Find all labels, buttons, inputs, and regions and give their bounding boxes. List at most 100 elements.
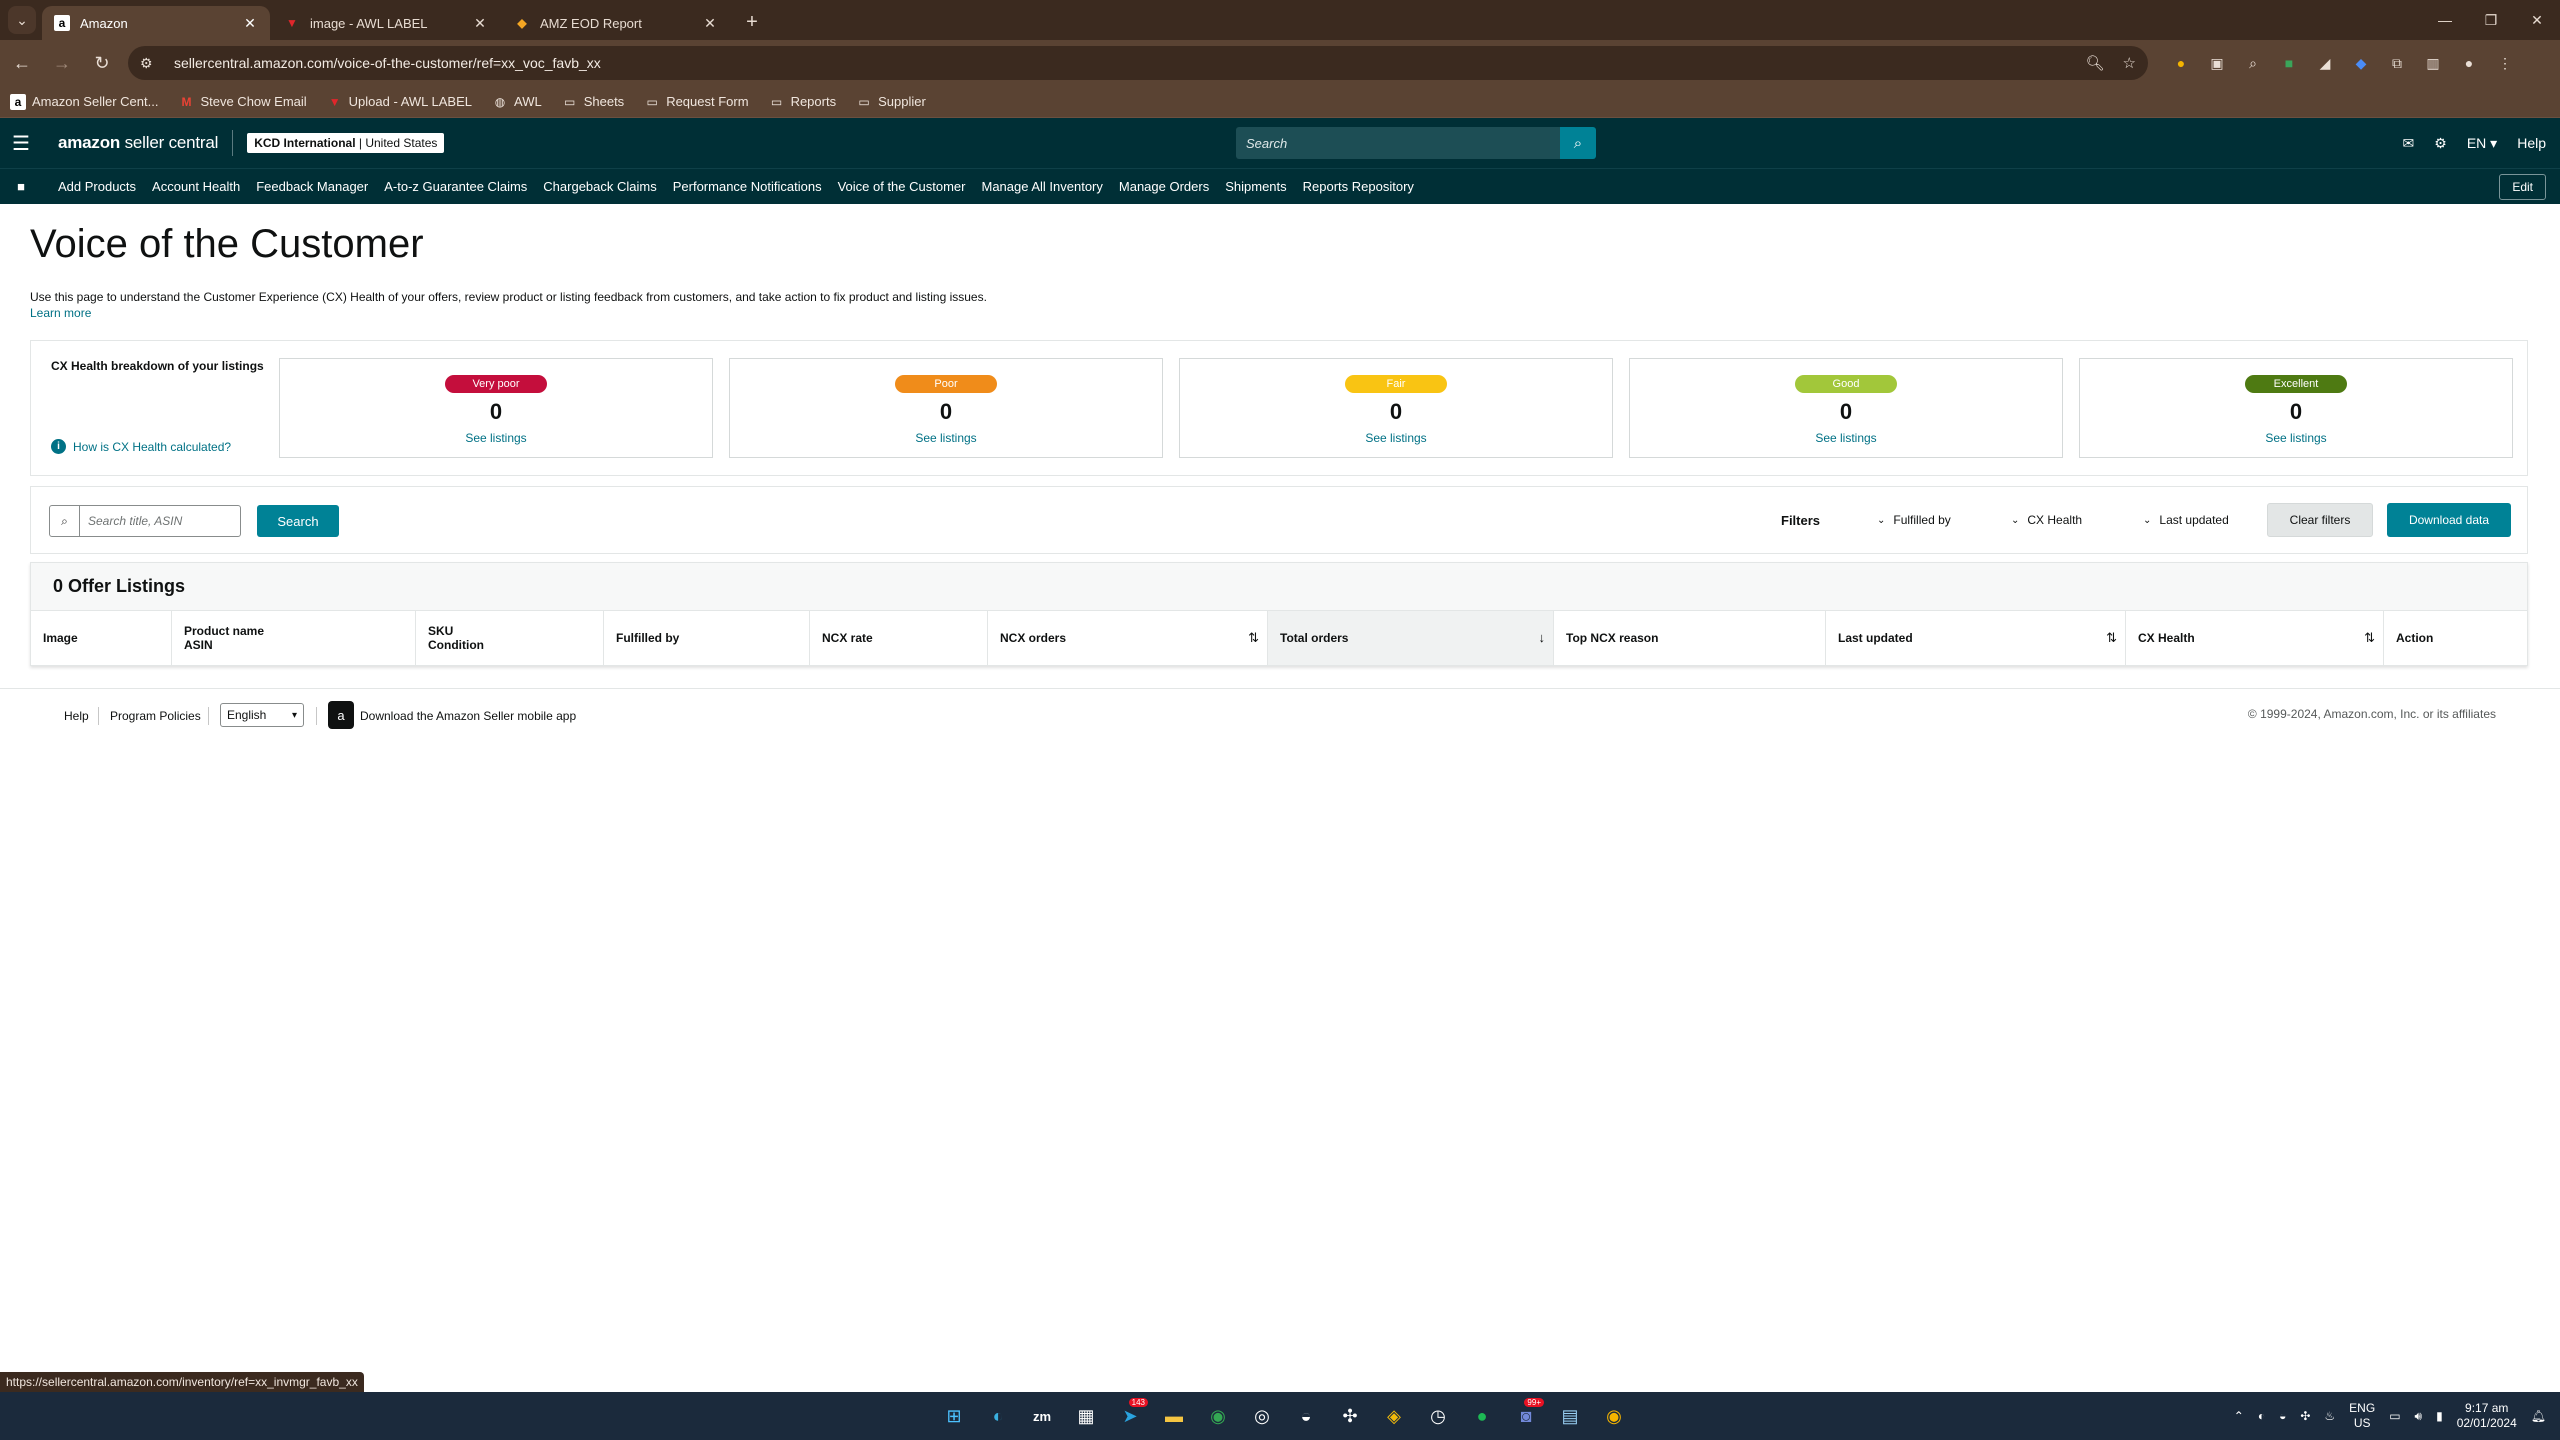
see-listings-link[interactable]: See listings [1630,431,2062,445]
listing-search-input[interactable]: ⌕ Search title, ASIN [49,505,241,537]
filter-fulfilled-by[interactable]: ⌄ Fulfilled by [1877,513,1951,527]
address-bar[interactable]: ⚙ sellercentral.amazon.com/voice-of-the-… [128,46,2148,80]
back-arrow-icon[interactable]: ← [4,45,40,81]
notepad-icon[interactable]: ▤ [1552,1396,1588,1436]
side-panel-icon[interactable]: ▥ [2422,52,2444,74]
nav-reports-repository[interactable]: Reports Repository [1303,179,1414,194]
extension-icon[interactable]: ◢ [2314,52,2336,74]
tray-app-icon[interactable]: ◒ [2279,1409,2286,1423]
binance-icon[interactable]: ◈ [1376,1396,1412,1436]
nav-manage-orders[interactable]: Manage Orders [1119,179,1209,194]
sort-icon[interactable]: ⇅ [2106,630,2117,646]
tray-app-icon[interactable]: ✣ [2300,1409,2310,1423]
telegram-icon[interactable]: ➤ 143 [1112,1396,1148,1436]
column-header-ncx-orders[interactable]: NCX orders ⇅ [987,611,1267,665]
bookmark-folder-supplier[interactable]: ▭ Supplier [856,94,925,110]
nav-add-products[interactable]: Add Products [58,179,136,194]
tab-eod-report[interactable]: ◆ AMZ EOD Report ✕ [502,6,730,40]
clock[interactable]: 9:17 am 02/01/2024 [2457,1401,2517,1431]
see-listings-link[interactable]: See listings [2080,431,2512,445]
bookmark-folder-request-form[interactable]: ▭ Request Form [644,94,749,110]
volume-icon[interactable]: 🔊︎ [2415,1409,2423,1424]
bookmark-awl-upload[interactable]: ▼ Upload - AWL LABEL [327,94,472,110]
filter-cx-health[interactable]: ⌄ CX Health [2011,513,2082,527]
file-explorer-icon[interactable]: ▬ [1156,1396,1192,1436]
language-selector[interactable]: EN ▾ [2467,135,2497,152]
extension-icon[interactable]: ■ [2278,52,2300,74]
nav-shipments[interactable]: Shipments [1225,179,1286,194]
mail-icon[interactable]: ✉ [2403,135,2415,152]
tray-app-icon[interactable]: ♨ [2324,1409,2335,1423]
see-listings-link[interactable]: See listings [280,431,712,445]
network-icon[interactable]: ▭ [2389,1409,2400,1423]
minimize-icon[interactable]: — [2422,0,2468,40]
chevron-up-icon[interactable]: ⌃ [2234,1409,2244,1423]
extension-icon[interactable]: ● [2170,52,2192,74]
bookmark-icon[interactable]: ■ [0,179,42,194]
bookmark-awl[interactable]: ◍ AWL [492,94,542,110]
footer-help-link[interactable]: Help [64,709,89,723]
input-language[interactable]: ENG US [2349,1401,2375,1431]
close-icon[interactable]: ✕ [242,15,258,31]
global-search-input[interactable]: Search [1236,127,1560,159]
battery-icon[interactable]: ▮ [2436,1409,2443,1423]
zoom-icon[interactable]: 🔍︎ [2086,54,2105,72]
nav-chargeback-claims[interactable]: Chargeback Claims [543,179,656,194]
column-header-cx-health[interactable]: CX Health ⇅ [2125,611,2383,665]
windows-start-icon[interactable]: ⊞ [936,1396,972,1436]
forward-arrow-icon[interactable]: → [44,45,80,81]
edge-icon[interactable]: ◐ [980,1396,1016,1436]
tab-amazon[interactable]: a Amazon ✕ [42,6,270,40]
app-icon[interactable]: ◒ [1288,1396,1324,1436]
cx-health-help-link[interactable]: i How is CX Health calculated? [51,439,231,454]
see-listings-link[interactable]: See listings [730,431,1162,445]
account-switcher[interactable]: KCD International | United States [247,133,445,153]
close-icon[interactable]: ✕ [702,15,718,31]
clock-app-icon[interactable]: ◷ [1420,1396,1456,1436]
filter-last-updated[interactable]: ⌄ Last updated [2143,513,2229,527]
sort-descending-icon[interactable]: ↓ [1539,630,1546,645]
discord-icon[interactable]: ◙ 99+ [1508,1396,1544,1436]
nav-a-to-z-claims[interactable]: A-to-z Guarantee Claims [384,179,527,194]
nav-account-health[interactable]: Account Health [152,179,240,194]
tab-search-button[interactable]: ⌄ [8,6,36,34]
see-listings-link[interactable]: See listings [1180,431,1612,445]
bookmark-amazon[interactable]: a Amazon Seller Cent... [10,93,158,110]
calculator-icon[interactable]: ▦ [1068,1396,1104,1436]
zoom-app-icon[interactable]: zm [1024,1396,1060,1436]
steam-icon[interactable]: ◎ [1244,1396,1280,1436]
column-header-last-updated[interactable]: Last updated ⇅ [1825,611,2125,665]
bookmark-folder-reports[interactable]: ▭ Reports [769,94,836,110]
nav-voice-of-the-customer[interactable]: Voice of the Customer [838,179,966,194]
tray-app-icon[interactable]: ◐ [2258,1409,2265,1423]
search-icon[interactable]: ⌕ [1560,127,1596,159]
bookmark-email[interactable]: M Steve Chow Email [178,94,306,110]
spotify-icon[interactable]: ● [1464,1396,1500,1436]
reload-icon[interactable]: ↻ [84,45,120,81]
column-header-total-orders[interactable]: Total orders ↓ [1267,611,1553,665]
notification-bell-icon[interactable]: 🔔︎ [2531,1409,2546,1423]
profile-icon[interactable]: ● [2458,52,2480,74]
help-link[interactable]: Help [2517,135,2546,151]
restore-icon[interactable]: ❐ [2468,0,2514,40]
bookmark-folder-sheets[interactable]: ▭ Sheets [562,94,624,110]
extension-icon[interactable]: ▣ [2206,52,2228,74]
star-icon[interactable]: ☆ [2123,54,2136,72]
extension-icon[interactable]: ◆ [2350,52,2372,74]
sort-icon[interactable]: ⇅ [1248,630,1259,646]
puzzle-icon[interactable]: ⧉ [2386,52,2408,74]
chrome-profile-icon[interactable]: ◉ [1596,1396,1632,1436]
app-icon[interactable]: ✣ [1332,1396,1368,1436]
search-button[interactable]: Search [257,505,339,537]
gear-icon[interactable]: ⚙ [2434,135,2447,152]
hamburger-menu-icon[interactable]: ☰ [0,118,42,168]
learn-more-link[interactable]: Learn more [30,306,91,320]
extension-icon[interactable]: ⌕ [2242,52,2264,74]
nav-manage-all-inventory[interactable]: Manage All Inventory [981,179,1102,194]
seller-central-logo[interactable]: amazon seller central [58,133,218,153]
clear-filters-button[interactable]: Clear filters [2267,503,2373,537]
close-icon[interactable]: ✕ [472,15,488,31]
new-tab-button[interactable]: + [738,8,766,36]
chrome-icon[interactable]: ◉ [1200,1396,1236,1436]
download-data-button[interactable]: Download data [2387,503,2511,537]
